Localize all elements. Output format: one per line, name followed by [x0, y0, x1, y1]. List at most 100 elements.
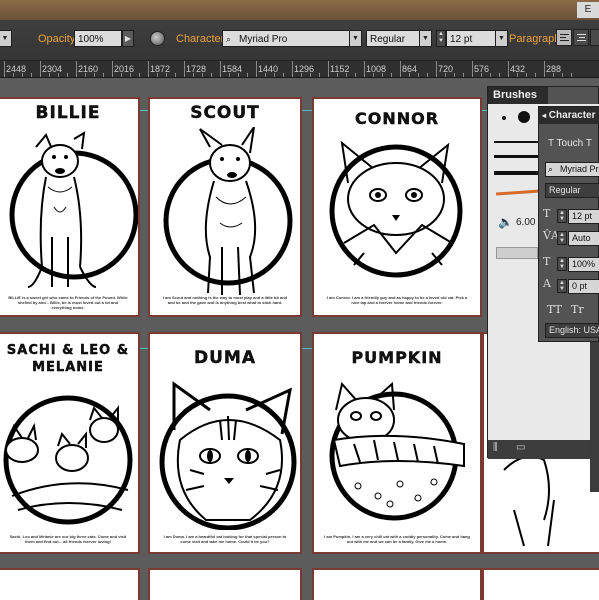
char-leading-stepper[interactable]: ▲ ▼ — [557, 231, 567, 245]
cat-illustration — [159, 381, 297, 530]
artboard-pumpkin[interactable]: PUMPKIN I am Pumpkin. I am a very chill … — [312, 332, 482, 554]
font-size-dropdown[interactable]: ▼ — [495, 30, 508, 47]
ruler-minor-tick — [409, 73, 410, 77]
artboard-title: DUMA — [194, 348, 256, 368]
all-caps-button[interactable]: TT — [547, 303, 562, 316]
ruler-tick-label: 1584 — [222, 64, 243, 74]
brush-stroke[interactable] — [494, 155, 542, 158]
ruler-minor-tick — [499, 73, 500, 77]
artboard-partial-bottom[interactable] — [312, 568, 482, 600]
font-size-stepper[interactable]: ▲ ▼ — [436, 30, 446, 47]
brush-libraries-icon[interactable]: ⫼ — [493, 442, 498, 453]
artboard-scout[interactable]: SCOUT I am Scout and nothing is the way … — [148, 97, 302, 317]
recolor-globe-icon[interactable] — [150, 31, 165, 46]
small-caps-button[interactable]: Tr — [571, 303, 584, 316]
char-baseline-stepper[interactable]: ▲ ▼ — [557, 279, 567, 293]
ruler-minor-tick — [121, 73, 122, 77]
artboard-sachi-leo-melanie[interactable]: SACHI & LEO & MELANIE Sachi, Leo and Mel… — [0, 332, 140, 554]
font-family-field[interactable]: ⌕ Myriad Pro — [222, 30, 350, 47]
ruler-tick-mark — [76, 61, 77, 77]
char-scale-stepper[interactable]: ▲ ▼ — [557, 257, 567, 271]
char-leading-field[interactable]: Auto — [568, 231, 599, 246]
brushes-panel-footer: ⫼ ▭ — [488, 440, 599, 459]
ruler-tick-mark — [220, 61, 221, 77]
artboard-partial-bottom[interactable] — [482, 568, 599, 600]
char-font-size-field[interactable]: 12 pt — [568, 209, 599, 224]
artboard-duma[interactable]: DUMA I am Duma. I am a beautiful cat loo… — [148, 332, 302, 554]
cat-illustration — [329, 381, 465, 521]
ruler-minor-tick — [67, 73, 68, 77]
character-panel[interactable]: ◂ Character T Touch T ⌕ Myriad Pro Regul… — [538, 106, 599, 342]
brush-dot-large[interactable] — [518, 111, 530, 123]
ruler-minor-tick — [445, 73, 446, 77]
panel-scrollbar[interactable] — [590, 342, 599, 492]
ruler-minor-tick — [427, 73, 428, 77]
character-panel-tab[interactable]: ◂ Character — [539, 107, 599, 124]
brush-dot-small[interactable] — [502, 116, 506, 120]
folder-icon[interactable]: ▭ — [516, 442, 525, 453]
font-size-field[interactable]: 12 pt — [446, 30, 496, 47]
brushes-panel-tab[interactable]: Brushes — [488, 87, 548, 104]
brush-stroke[interactable] — [494, 141, 542, 143]
brush-swatch[interactable] — [496, 247, 538, 259]
cat-illustration — [329, 140, 463, 278]
align-right-button[interactable] — [590, 29, 599, 46]
align-center-button[interactable] — [573, 29, 589, 46]
char-font-style-field[interactable]: Regular — [545, 183, 599, 198]
ruler-minor-tick — [238, 73, 239, 77]
ruler-minor-tick — [553, 73, 554, 77]
font-style-field[interactable]: Regular — [366, 30, 420, 47]
ruler-tick-mark — [40, 61, 41, 77]
ruler-minor-tick — [49, 73, 50, 77]
artboard-caption: BILLIE is a sweet girl who came to Frien… — [8, 295, 128, 310]
ruler-minor-tick — [301, 73, 302, 77]
char-scale-field[interactable]: 100% — [568, 257, 599, 272]
align-left-button[interactable] — [556, 29, 572, 46]
character-label[interactable]: Character: — [176, 33, 227, 45]
ruler-minor-tick — [58, 73, 59, 77]
ruler-minor-tick — [139, 73, 140, 77]
font-family-dropdown[interactable]: ▼ — [349, 30, 362, 47]
font-style-dropdown[interactable]: ▼ — [419, 30, 432, 47]
language-dropdown[interactable]: English: USA — [545, 323, 599, 338]
font-family-value: Myriad Pro — [239, 34, 288, 45]
document-tab[interactable]: E — [577, 2, 599, 18]
artboard-title: BILLIE — [35, 103, 101, 123]
baseline-shift-icon: A — [543, 277, 551, 290]
ruler-minor-tick — [490, 73, 491, 77]
opacity-input[interactable]: 100% — [74, 30, 122, 47]
ruler-minor-tick — [175, 73, 176, 77]
ruler-minor-tick — [535, 73, 536, 77]
artboard-partial-bottom[interactable] — [148, 568, 302, 600]
ruler-minor-tick — [85, 73, 86, 77]
opacity-flyout-button[interactable]: ▶ — [122, 30, 134, 47]
ruler-tick-mark — [400, 61, 401, 77]
window-title-strip: E — [0, 0, 599, 20]
ruler-tick-label: 1008 — [366, 64, 387, 74]
touch-type-text: Touch T — [556, 138, 592, 149]
ruler-tick-label: 2160 — [78, 64, 99, 74]
char-font-size-stepper[interactable]: ▲ ▼ — [557, 209, 567, 223]
ruler-minor-tick — [22, 73, 23, 77]
char-baseline-field[interactable]: 0 pt — [568, 279, 599, 294]
horizontal-ruler[interactable]: 2448 2304 2160 2016 1872 1728 1584 1440 1296 1152… — [0, 61, 599, 78]
ruler-minor-tick — [373, 73, 374, 77]
font-search-icon: ⌕ — [548, 164, 554, 174]
ruler-minor-tick — [202, 73, 203, 77]
ruler-tick-label: 2448 — [6, 64, 27, 74]
ruler-minor-tick — [265, 73, 266, 77]
char-font-family-field[interactable]: ⌕ Myriad Pro — [545, 162, 599, 177]
ruler-tick-mark — [112, 61, 113, 77]
style-dropdown[interactable]: ▼ — [0, 30, 12, 47]
collapse-icon[interactable]: ◂ — [542, 111, 546, 120]
artboard-connor[interactable]: CONNOR I am Connor. I am a friendly guy … — [312, 97, 482, 317]
brush-stroke[interactable] — [494, 171, 542, 175]
ruler-minor-tick — [571, 73, 572, 77]
ruler-minor-tick — [193, 73, 194, 77]
ruler-minor-tick — [454, 73, 455, 77]
touch-type-label[interactable]: T Touch T — [545, 137, 599, 152]
ruler-minor-tick — [382, 73, 383, 77]
artboard-partial-bottom[interactable] — [0, 568, 140, 600]
artboard-title: SACHI & LEO & MELANIE — [6, 343, 130, 375]
artboard-billie[interactable]: BILLIE BILLIE is a sweet girl who came t… — [0, 97, 140, 317]
